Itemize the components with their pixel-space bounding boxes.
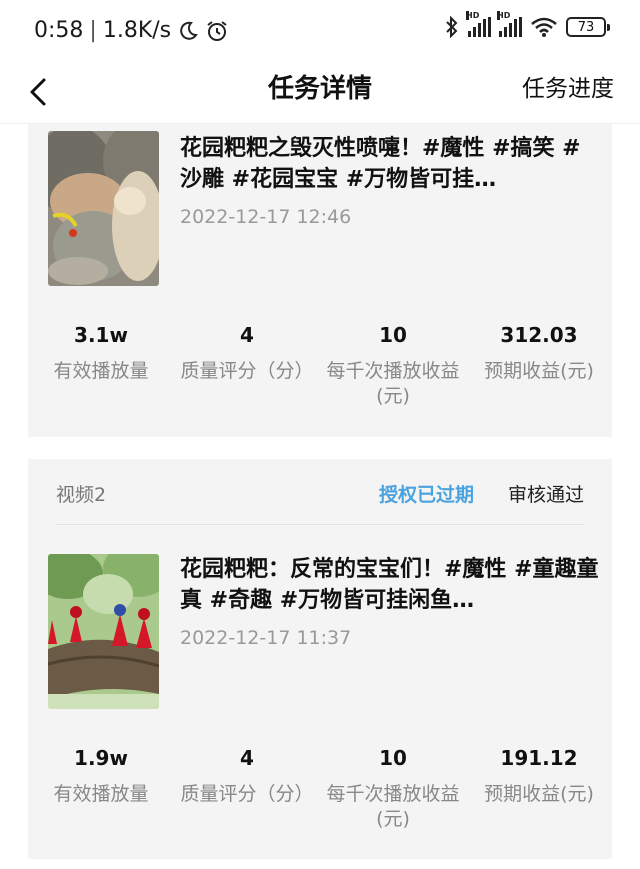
stat-label: 质量评分（分）	[180, 360, 314, 382]
stat-label: 预期收益(元)	[484, 783, 594, 805]
stats-row: 3.1w 有效播放量 4 质量评分（分） 10 每千次播放收益(元) 312.0…	[28, 321, 612, 409]
stat-value: 191.12	[500, 746, 578, 770]
status-separator: |	[89, 18, 97, 43]
video-card: 花园粑粑之毁灭性喷嚏！#魔性 #搞笑 #沙雕 #花园宝宝 #万物皆可挂… 202…	[28, 124, 612, 437]
stat-label: 有效播放量	[53, 783, 149, 805]
task-progress-button[interactable]: 任务进度	[522, 69, 614, 103]
video-thumbnail[interactable]	[48, 554, 159, 709]
video-card: 视频2 授权已过期 审核通过 花园粑粑：反常的宝宝们！#魔性 #童趣童真 #奇趣…	[28, 459, 612, 859]
status-time: 0:58	[34, 18, 84, 43]
chevron-left-icon[interactable]	[22, 72, 62, 112]
stat-expected-revenue: 312.03 预期收益(元)	[466, 321, 612, 409]
signal-hd-label: HD	[497, 11, 511, 20]
stat-value: 312.03	[500, 323, 578, 347]
moon-icon	[180, 21, 198, 40]
stat-value: 1.9w	[74, 746, 128, 770]
status-bar: 0:58 | 1.8K/s HD HD 73	[0, 0, 640, 60]
stat-revenue-per-thousand: 10 每千次播放收益(元)	[320, 744, 466, 832]
stat-expected-revenue: 191.12 预期收益(元)	[466, 744, 612, 832]
video-title[interactable]: 花园粑粑之毁灭性喷嚏！#魔性 #搞笑 #沙雕 #花园宝宝 #万物皆可挂…	[180, 133, 600, 195]
stat-value: 10	[379, 746, 407, 770]
stat-label: 每千次播放收益(元)	[326, 783, 460, 830]
battery-icon: 73	[566, 17, 610, 37]
auth-status-link[interactable]: 授权已过期	[379, 480, 474, 507]
stat-label: 有效播放量	[53, 360, 149, 382]
stat-quality-score: 4 质量评分（分）	[174, 744, 320, 832]
stat-value: 4	[240, 746, 254, 770]
status-left: 0:58 | 1.8K/s	[34, 18, 229, 43]
stat-value: 10	[379, 323, 407, 347]
video-card-header: 视频2 授权已过期 审核通过	[56, 459, 584, 525]
stat-quality-score: 4 质量评分（分）	[174, 321, 320, 409]
stats-row: 1.9w 有效播放量 4 质量评分（分） 10 每千次播放收益(元) 191.1…	[28, 744, 612, 832]
nav-bar: 任务详情 任务进度	[0, 60, 640, 124]
stat-value: 4	[240, 323, 254, 347]
signal-hd-icon: HD	[497, 11, 522, 37]
video-date: 2022-12-17 11:37	[180, 627, 352, 649]
video-label: 视频2	[56, 484, 107, 506]
signal-hd-icon: HD	[466, 11, 491, 37]
review-status: 审核通过	[507, 484, 584, 506]
status-right: HD HD 73	[444, 11, 610, 38]
network-speed: 1.8K/s	[102, 18, 172, 43]
wifi-icon	[531, 17, 557, 37]
stat-revenue-per-thousand: 10 每千次播放收益(元)	[320, 321, 466, 409]
stat-label: 每千次播放收益(元)	[326, 360, 460, 407]
stat-value: 3.1w	[74, 323, 128, 347]
signal-hd-label: HD	[466, 11, 480, 20]
bluetooth-icon	[446, 16, 458, 38]
video-title[interactable]: 花园粑粑：反常的宝宝们！#魔性 #童趣童真 #奇趣 #万物皆可挂闲鱼…	[180, 554, 600, 616]
video-date: 2022-12-17 12:46	[180, 206, 352, 228]
stat-effective-plays: 3.1w 有效播放量	[28, 321, 174, 409]
alarm-icon	[207, 20, 227, 41]
stat-label: 预期收益(元)	[484, 360, 594, 382]
video-thumbnail[interactable]	[48, 131, 159, 286]
stat-effective-plays: 1.9w 有效播放量	[28, 744, 174, 832]
stat-label: 质量评分（分）	[180, 783, 314, 805]
